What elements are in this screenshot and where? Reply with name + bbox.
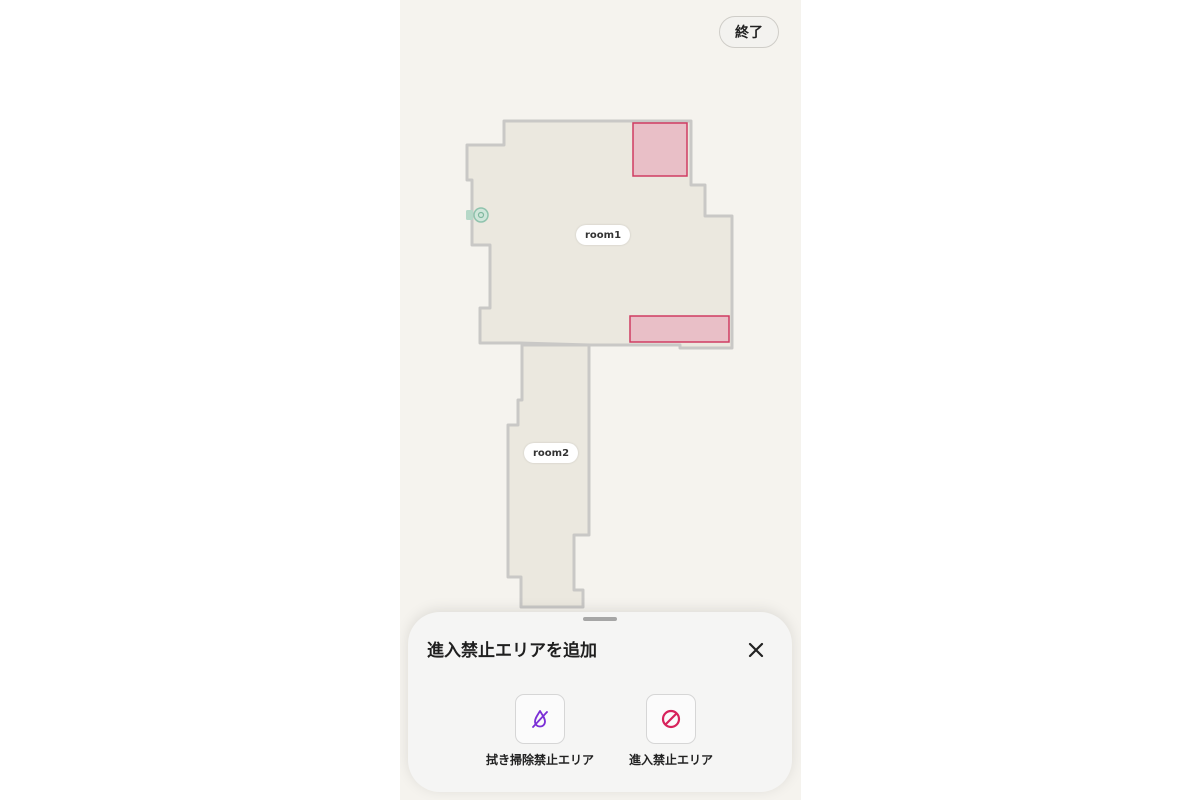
floor-map[interactable] — [400, 0, 801, 615]
room1-label[interactable]: room1 — [576, 225, 631, 245]
sheet-drag-handle[interactable] — [583, 617, 617, 621]
no-mop-zone-button[interactable] — [515, 694, 565, 744]
no-entry-zone-label: 進入禁止エリア — [628, 753, 713, 767]
room2-label[interactable]: room2 — [524, 443, 579, 463]
room2-area[interactable] — [506, 343, 591, 609]
no-mop-icon — [532, 710, 548, 728]
no-entry-zone-option[interactable]: 進入禁止エリア — [596, 694, 746, 774]
app-screen: room1 room2 終了 進入禁止エリアを追加 拭き掃除禁止エリア 進入禁止… — [400, 0, 801, 800]
no-go-zone[interactable] — [629, 315, 730, 343]
close-button[interactable] — [744, 638, 768, 662]
no-entry-icon — [661, 709, 681, 729]
done-button[interactable]: 終了 — [719, 16, 779, 48]
no-entry-zone-button[interactable] — [646, 694, 696, 744]
no-mop-zone-label: 拭き掃除禁止エリア — [485, 753, 594, 767]
dock-icon — [466, 207, 489, 223]
no-mop-zone-option[interactable]: 拭き掃除禁止エリア — [465, 694, 615, 774]
no-go-zone[interactable] — [632, 122, 688, 177]
close-icon — [748, 642, 764, 658]
add-zone-sheet: 進入禁止エリアを追加 拭き掃除禁止エリア 進入禁止エリア — [408, 612, 792, 792]
sheet-title: 進入禁止エリアを追加 — [427, 641, 597, 661]
